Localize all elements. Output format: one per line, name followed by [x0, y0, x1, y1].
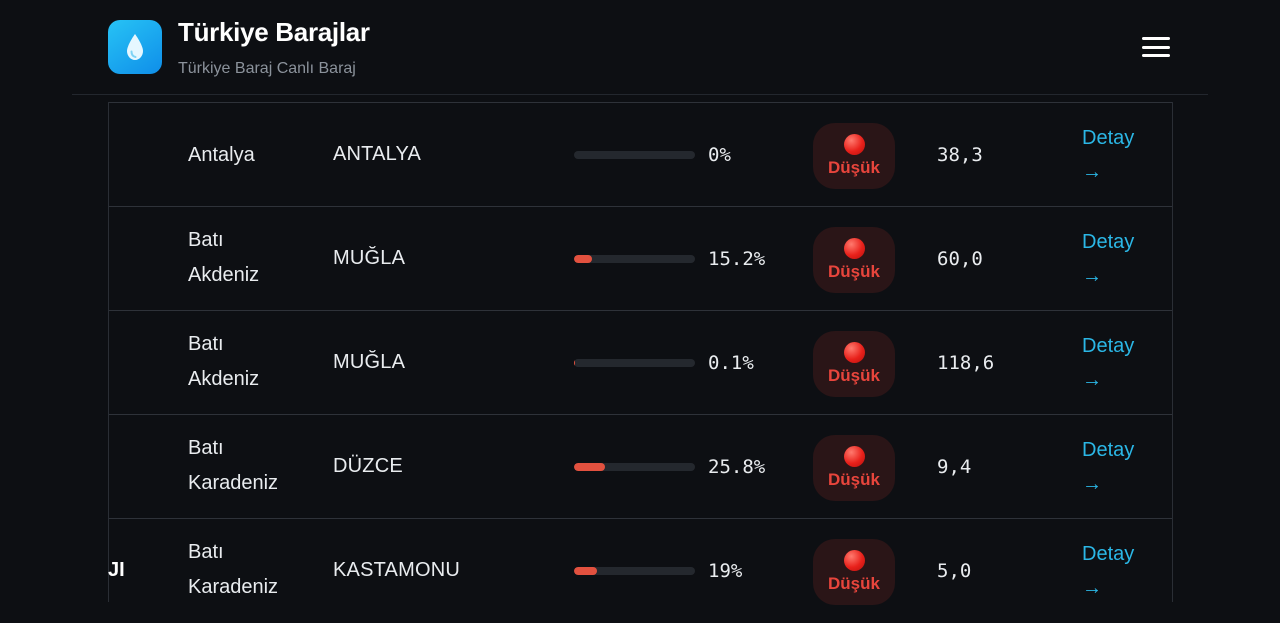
fill-progress-value — [574, 255, 592, 263]
table-row: Batı Akdeniz MUĞLA 15.2% Düşük 60,0 Deta… — [109, 206, 1172, 311]
status-label: Düşük — [828, 262, 880, 282]
detail-link[interactable]: Detay → — [1082, 121, 1134, 189]
status-label: Düşük — [828, 574, 880, 594]
detail-link[interactable]: Detay → — [1082, 433, 1134, 501]
arrow-right-icon: → — [1082, 259, 1134, 293]
detail-label: Detay — [1082, 329, 1134, 363]
app-title: Türkiye Barajlar — [178, 17, 370, 48]
fill-progress-bar — [574, 255, 695, 263]
region-cell: Batı Akdeniz — [188, 223, 298, 293]
detail-link[interactable]: Detay → — [1082, 537, 1134, 605]
province-cell: MUĞLA — [333, 351, 405, 374]
table-row: Batı Karadeniz KASTAMONU 19% Düşük 5,0 D… — [109, 518, 1172, 623]
dam-table: Antalya ANTALYA 0% Düşük 38,3 Detay → Ba… — [108, 102, 1173, 602]
detail-label: Detay — [1082, 537, 1134, 571]
fill-percent: 25.8% — [708, 456, 765, 478]
red-circle-icon — [844, 238, 865, 259]
header-divider — [72, 94, 1208, 95]
province-cell: ANTALYA — [333, 143, 421, 166]
volume-cell: 5,0 — [937, 560, 971, 582]
red-circle-icon — [844, 446, 865, 467]
status-label: Düşük — [828, 366, 880, 386]
water-drop-icon — [124, 32, 146, 62]
red-circle-icon — [844, 134, 865, 155]
detail-link[interactable]: Detay → — [1082, 225, 1134, 293]
province-cell: MUĞLA — [333, 247, 405, 270]
table-row: Antalya ANTALYA 0% Düşük 38,3 Detay → — [109, 102, 1172, 207]
fill-percent: 0.1% — [708, 352, 754, 374]
fill-percent: 0% — [708, 144, 731, 166]
volume-cell: 38,3 — [937, 144, 983, 166]
province-cell: KASTAMONU — [333, 559, 460, 582]
table-row: Batı Karadeniz DÜZCE 25.8% Düşük 9,4 Det… — [109, 414, 1172, 519]
status-badge: Düşük — [813, 539, 895, 605]
fill-progress-value — [574, 463, 605, 471]
table-row: Batı Akdeniz MUĞLA 0.1% Düşük 118,6 Deta… — [109, 310, 1172, 415]
status-label: Düşük — [828, 158, 880, 178]
fill-percent: 19% — [708, 560, 742, 582]
detail-label: Detay — [1082, 433, 1134, 467]
volume-cell: 118,6 — [937, 352, 994, 374]
app-header: Türkiye Barajlar Türkiye Baraj Canlı Bar… — [0, 0, 1280, 95]
menu-line — [1142, 37, 1170, 40]
status-badge: Düşük — [813, 331, 895, 397]
arrow-right-icon: → — [1082, 571, 1134, 605]
status-badge: Düşük — [813, 227, 895, 293]
volume-cell: 60,0 — [937, 248, 983, 270]
volume-cell: 9,4 — [937, 456, 971, 478]
detail-label: Detay — [1082, 225, 1134, 259]
detail-link[interactable]: Detay → — [1082, 329, 1134, 397]
fill-progress-bar — [574, 151, 695, 159]
menu-line — [1142, 54, 1170, 57]
status-badge: Düşük — [813, 435, 895, 501]
arrow-right-icon: → — [1082, 363, 1134, 397]
fill-percent: 15.2% — [708, 248, 765, 270]
arrow-right-icon: → — [1082, 155, 1134, 189]
region-cell: Batı Karadeniz — [188, 535, 298, 605]
fill-progress-bar — [574, 567, 695, 575]
province-cell: DÜZCE — [333, 455, 403, 478]
region-cell: Batı Karadeniz — [188, 431, 298, 501]
app-subtitle: Türkiye Baraj Canlı Baraj — [178, 60, 356, 78]
app-logo[interactable] — [108, 20, 162, 74]
arrow-right-icon: → — [1082, 467, 1134, 501]
menu-line — [1142, 46, 1170, 49]
status-label: Düşük — [828, 470, 880, 490]
fill-progress-value — [574, 567, 597, 575]
fill-progress-bar — [574, 463, 695, 471]
red-circle-icon — [844, 342, 865, 363]
hamburger-menu-icon[interactable] — [1140, 34, 1172, 60]
fill-progress-bar — [574, 359, 695, 367]
truncated-dam-name: JI — [108, 559, 125, 582]
region-cell: Antalya — [188, 138, 255, 173]
status-badge: Düşük — [813, 123, 895, 189]
detail-label: Detay — [1082, 121, 1134, 155]
region-cell: Batı Akdeniz — [188, 327, 298, 397]
red-circle-icon — [844, 550, 865, 571]
